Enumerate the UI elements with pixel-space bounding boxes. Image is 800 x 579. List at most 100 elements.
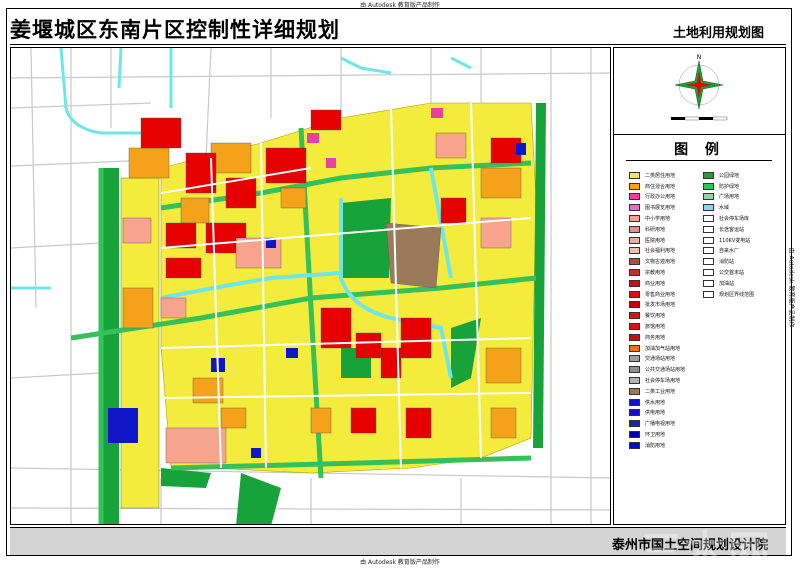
legend-label: 行政办公用地 (645, 194, 676, 201)
legend-label: 科研用地 (645, 226, 666, 233)
legend-item: 中小学用地 (629, 213, 685, 224)
legend-item: 批发市场用地 (629, 300, 685, 311)
legend-item: 医院用地 (629, 235, 685, 246)
legend-item: 广场用地 (703, 192, 754, 203)
legend-divider (626, 160, 772, 161)
legend-item: 商住混合用地 (629, 181, 685, 192)
legend-swatch (629, 344, 640, 352)
legend-item: 公园绿地 (703, 170, 754, 181)
legend-label: 消防站 (719, 259, 735, 266)
legend-item: 自来水厂 (703, 246, 754, 257)
legend-label: 加油站 (719, 280, 735, 287)
legend-label: 商住混合用地 (645, 183, 676, 190)
legend-swatch (629, 301, 640, 309)
legend-label: 环卫用地 (645, 432, 666, 439)
compass-panel: N (613, 47, 786, 135)
legend-item: 行政办公用地 (629, 192, 685, 203)
legend-label: 图书展览用地 (645, 205, 676, 212)
legend-swatch (629, 387, 640, 395)
legend-item: 社会停车场库 (703, 213, 754, 224)
legend-label: 社会停车场用地 (645, 378, 681, 385)
legend-swatch (629, 420, 640, 428)
legend-swatch (703, 279, 714, 287)
legend-item: 消防用地 (629, 440, 685, 451)
legend-label: 供水用地 (645, 399, 666, 406)
legend-swatch (703, 171, 714, 179)
legend-label: 加油加气站用地 (645, 345, 681, 352)
legend-label: 医院用地 (645, 237, 666, 244)
legend-label: 防护绿地 (719, 183, 740, 190)
legend-item: 供电用地 (629, 408, 685, 419)
legend-item: 供水用地 (629, 397, 685, 408)
legend-title: 图 例 (674, 142, 725, 158)
legend-swatch (629, 247, 640, 255)
legend-item: 公共交通场站用地 (629, 364, 685, 375)
legend-swatch (629, 398, 640, 406)
legend-label: 餐饮用地 (645, 313, 666, 320)
legend-swatch (629, 279, 640, 287)
legend-swatch (703, 258, 714, 266)
site-watermark: 三木网 (640, 527, 773, 576)
legend-label: 零售商业用地 (645, 291, 676, 298)
legend-column-right: 公园绿地 防护绿地 广场用地 水域 社会停车场库 长途客运站 110KV变电站 自来水厂 消防站… (703, 170, 754, 300)
legend-label: 广播电视用地 (645, 421, 676, 428)
legend-swatch (629, 193, 640, 201)
legend-item: 商业用地 (629, 278, 685, 289)
legend-item: 宗教用地 (629, 267, 685, 278)
legend-item: 零售商业用地 (629, 289, 685, 300)
legend-label: 宗教用地 (645, 270, 666, 277)
footer-bar: 泰州市国土空间规划设计院 三木网 (10, 527, 786, 576)
compass-rose-icon: N (671, 54, 728, 121)
legend-label: 中小学用地 (645, 216, 671, 223)
legend-item: 社会福利用地 (629, 246, 685, 257)
legend-label: 文物古迹用地 (645, 259, 676, 266)
legend-item: 防护绿地 (703, 181, 754, 192)
legend-item: 二类居住用地 (629, 170, 685, 181)
legend-item: 规划区界线范围 (703, 289, 754, 300)
legend-swatch (629, 312, 640, 320)
land-use-map-canvas (11, 48, 610, 524)
legend-item: 二类工业用地 (629, 386, 685, 397)
legend-swatch (629, 409, 640, 417)
svg-text:N: N (697, 54, 702, 61)
legend-item: 餐饮用地 (629, 310, 685, 321)
title-divider (10, 44, 786, 45)
legend-swatch (629, 431, 640, 439)
legend-swatch (629, 333, 640, 341)
legend-label: 水域 (719, 205, 730, 212)
legend-swatch (629, 377, 640, 385)
legend-item: 社会停车场用地 (629, 375, 685, 386)
legend-label: 公园绿地 (719, 172, 740, 179)
legend-label: 二类工业用地 (645, 388, 676, 395)
legend-swatch (629, 215, 640, 223)
legend-label: 广场用地 (719, 194, 740, 201)
legend-swatch (703, 182, 714, 190)
legend-item: 消防站 (703, 256, 754, 267)
land-use-map[interactable] (10, 47, 611, 525)
plan-title: 姜堰城区东南片区控制性详细规划 (10, 18, 340, 42)
legend-label: 规划区界线范围 (719, 291, 755, 298)
legend-swatch (629, 204, 640, 212)
legend-label: 交通场站用地 (645, 356, 676, 363)
legend-label: 批发市场用地 (645, 302, 676, 309)
legend-swatch (703, 215, 714, 223)
legend-swatch (629, 441, 640, 449)
legend-item: 水域 (703, 202, 754, 213)
legend-label: 供电用地 (645, 410, 666, 417)
legend-item: 图书展览用地 (629, 202, 685, 213)
legend-swatch (629, 366, 640, 374)
legend-swatch (703, 290, 714, 298)
legend-label: 公交首末站 (719, 270, 745, 277)
legend-column-left: 二类居住用地商住混合用地 行政办公用地 图书展览用地 中小学用地科研用地医院用地社会福… (629, 170, 685, 451)
legend-swatch (703, 236, 714, 244)
legend-swatch (629, 355, 640, 363)
legend-item: 文物古迹用地 (629, 256, 685, 267)
legend-label: 110KV变电站 (719, 237, 751, 244)
legend-item: 旅馆用地 (629, 321, 685, 332)
legend-item: 交通场站用地 (629, 354, 685, 365)
legend-item: 科研用地 (629, 224, 685, 235)
legend-item: 加油加气站用地 (629, 343, 685, 354)
legend-item: 环卫用地 (629, 429, 685, 440)
legend-swatch (629, 182, 640, 190)
legend-swatch (629, 236, 640, 244)
